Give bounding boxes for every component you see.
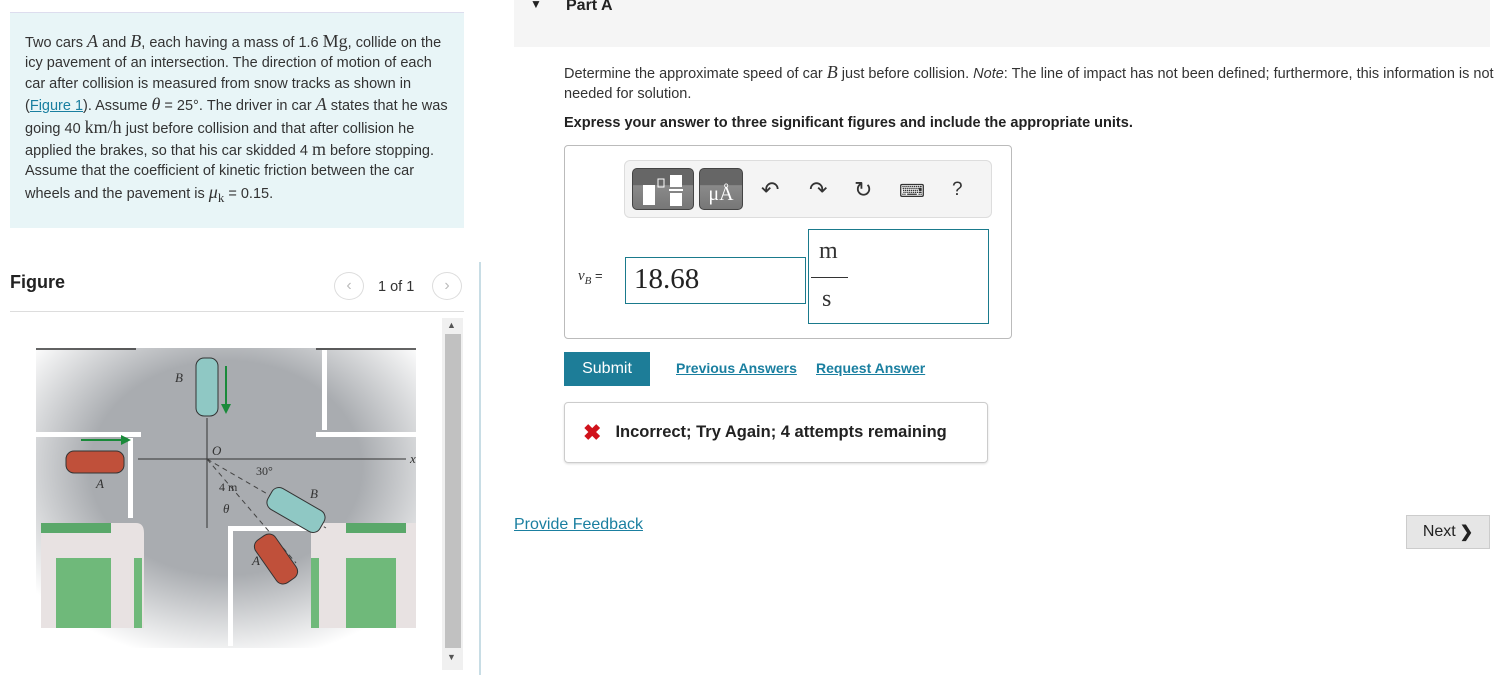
math: m: [311, 139, 326, 160]
units-button[interactable]: μÅ: [699, 168, 743, 210]
text: Note: [973, 66, 1004, 82]
next-button[interactable]: Next ❯: [1406, 515, 1490, 549]
unit-numerator: m: [819, 238, 838, 264]
text: = 25°. The driver in car: [160, 98, 316, 115]
answer-units-input[interactable]: m s: [808, 229, 989, 324]
label: 30°: [256, 464, 273, 478]
math: B: [826, 62, 838, 82]
panel-divider: [479, 262, 481, 675]
math: μ: [208, 181, 218, 202]
undo-icon[interactable]: ↶: [761, 177, 779, 203]
figure-title: Figure: [10, 272, 66, 292]
var: v: [578, 268, 585, 284]
label: 4 m: [219, 480, 238, 494]
answer-value-input[interactable]: 18.68: [625, 257, 806, 304]
label: A: [95, 476, 104, 491]
template-button[interactable]: [632, 168, 694, 210]
scroll-down-icon[interactable]: ▼: [447, 652, 456, 662]
part-label: Part A: [566, 0, 613, 14]
divider: [10, 311, 464, 312]
keyboard-icon[interactable]: ⌨: [899, 181, 925, 202]
result-feedback: ✖ Incorrect; Try Again; 4 attempts remain…: [564, 402, 988, 463]
equals: =: [591, 268, 603, 283]
text: , each having a mass of 1.6: [141, 35, 323, 51]
label: A: [251, 553, 260, 568]
result-text: Incorrect; Try Again; 4 attempts remaini…: [615, 423, 947, 441]
label: B: [175, 370, 183, 385]
text: = 0.15.: [224, 185, 274, 202]
submit-button[interactable]: Submit: [564, 352, 650, 386]
redo-icon[interactable]: ↷: [809, 177, 827, 203]
math: km/h: [84, 116, 122, 137]
math-toolbar: μÅ ↶ ↷ ↻ ⌨ ?: [624, 160, 992, 218]
previous-answers-link[interactable]: Previous Answers: [676, 360, 797, 376]
instruction: Express your answer to three significant…: [564, 115, 1133, 131]
unit-denominator: s: [822, 286, 832, 312]
help-icon[interactable]: ?: [952, 179, 963, 201]
scroll-up-icon[interactable]: ▲: [447, 320, 456, 330]
figure-image: B A O x θ B A 30° 4 m: [26, 348, 416, 648]
reset-icon[interactable]: ↻: [854, 177, 872, 203]
fraction-bar: [811, 277, 848, 278]
question-text: Determine the approximate speed of car B…: [564, 62, 1494, 104]
prev-figure-button[interactable]: ‹: [334, 272, 364, 300]
label: B: [310, 486, 318, 501]
math: Mg: [322, 31, 348, 51]
car-b-icon: [195, 357, 219, 417]
label: θ: [223, 501, 230, 516]
scrollbar-thumb[interactable]: [445, 334, 461, 648]
collapse-triangle-icon[interactable]: ▼: [530, 0, 542, 11]
math: A: [87, 31, 99, 51]
chevron-right-icon: ❯: [1459, 524, 1474, 541]
text: Two cars: [25, 35, 88, 51]
car-a-icon: [65, 450, 125, 474]
incorrect-x-icon: ✖: [583, 419, 602, 445]
math: B: [130, 31, 142, 51]
part-header[interactable]: [514, 0, 1490, 47]
text: ). Assume: [83, 98, 152, 115]
next-label: Next: [1422, 523, 1456, 540]
provide-feedback-link[interactable]: Provide Feedback: [514, 516, 643, 534]
request-answer-link[interactable]: Request Answer: [816, 360, 925, 376]
problem-statement: Two cars A and B, each having a mass of …: [10, 12, 464, 228]
next-figure-button[interactable]: ›: [432, 272, 462, 300]
text: Determine the approximate speed of car: [564, 66, 827, 82]
figure-link[interactable]: Figure 1: [30, 98, 83, 114]
math: A: [315, 94, 327, 115]
text: and: [98, 35, 131, 51]
label: x: [409, 451, 416, 466]
variable-label: vB =: [578, 268, 603, 287]
figure-pager: 1 of 1: [378, 279, 415, 295]
label: O: [212, 443, 222, 458]
text: just before collision.: [837, 66, 974, 82]
